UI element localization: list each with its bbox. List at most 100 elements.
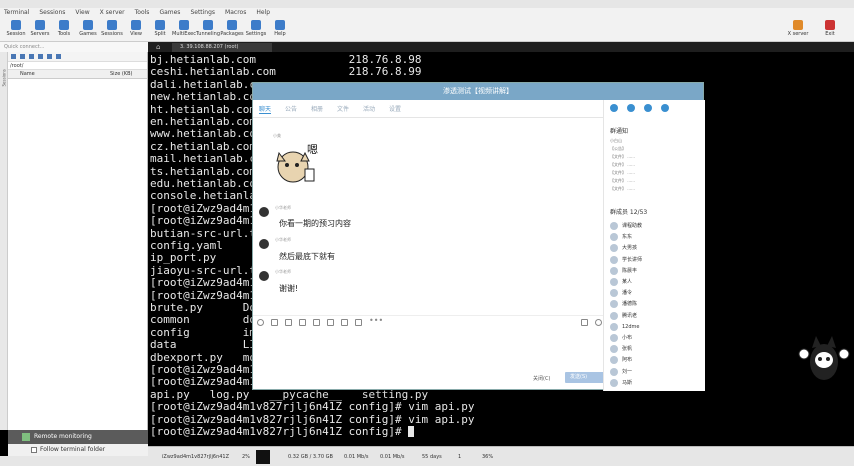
picture-icon[interactable] xyxy=(355,319,362,326)
column-size[interactable]: Size (KB) xyxy=(110,70,132,78)
avatar[interactable] xyxy=(259,207,269,217)
download-icon[interactable] xyxy=(38,54,43,59)
chat-tab[interactable]: 设置 xyxy=(389,104,401,113)
menu-item[interactable]: Sessions xyxy=(39,8,65,18)
member-item[interactable]: 张帆 xyxy=(610,343,702,355)
toolbar-button[interactable]: Settings xyxy=(244,19,268,41)
menu-item[interactable]: Terminal xyxy=(4,8,29,18)
member-item[interactable]: 12dme xyxy=(610,321,702,333)
avatar[interactable] xyxy=(259,271,269,281)
toolbar-button[interactable]: Exit xyxy=(818,19,842,41)
member-avatar-icon xyxy=(610,345,618,354)
toolbar-button[interactable]: Sessions xyxy=(100,19,124,41)
column-name[interactable]: Name xyxy=(20,70,110,78)
menu-item[interactable]: Settings xyxy=(190,8,215,18)
member-item[interactable]: 腾讯老 xyxy=(610,310,702,322)
image-icon[interactable] xyxy=(313,319,320,326)
avatar[interactable] xyxy=(259,239,269,249)
toolbar-button-label: MultiExec xyxy=(172,31,197,37)
chat-tab[interactable]: 聊天 xyxy=(259,104,272,114)
member-item[interactable]: 小布 xyxy=(610,332,702,344)
music-icon[interactable] xyxy=(327,319,334,326)
history-icon[interactable] xyxy=(595,319,602,326)
menu-item[interactable]: Help xyxy=(256,8,270,18)
screen-icon[interactable] xyxy=(341,319,348,326)
menu-item[interactable]: Tools xyxy=(135,8,150,18)
refresh-icon[interactable] xyxy=(20,54,25,59)
toolbar-button-label: Sessions xyxy=(101,31,123,37)
group-settings-icon[interactable] xyxy=(661,104,669,112)
toolbar-button[interactable]: Split xyxy=(148,19,172,41)
notice-line[interactable]: 【公告】 xyxy=(610,146,702,152)
notice-line[interactable]: 【文件】 ...... xyxy=(610,178,702,184)
checkbox-icon[interactable] xyxy=(31,447,37,453)
toolbar-button-label: Tunneling xyxy=(196,31,220,37)
follow-terminal-folder[interactable]: Follow terminal folder xyxy=(8,444,148,456)
close-button[interactable]: 关闭(C) xyxy=(533,375,550,382)
delete-icon[interactable] xyxy=(56,54,61,59)
notice-line[interactable]: 【文件】 ...... xyxy=(610,154,702,160)
chat-tab[interactable]: 文件 xyxy=(337,104,349,113)
upload-icon[interactable] xyxy=(29,54,34,59)
member-item[interactable]: 阿布 xyxy=(610,354,702,366)
quick-connect-input[interactable]: Quick connect... xyxy=(0,42,148,52)
folder-up-icon[interactable] xyxy=(11,54,16,59)
notice-line[interactable]: 小白山 xyxy=(610,138,702,144)
chat-tab[interactable]: 活动 xyxy=(363,104,375,113)
chat-tab[interactable]: 相册 xyxy=(311,104,323,113)
scissors-icon[interactable] xyxy=(285,319,292,326)
member-item[interactable]: 东东 xyxy=(610,231,702,243)
toolbar-button[interactable]: MultiExec xyxy=(172,19,196,41)
member-avatar-icon xyxy=(610,367,618,376)
terminal-line: jiaoyu-src-url.t xyxy=(150,264,256,277)
status-download: 0.01 Mb/s xyxy=(380,454,405,460)
menu-item[interactable]: X server xyxy=(100,8,125,18)
home-icon[interactable]: ⌂ xyxy=(156,43,160,51)
expand-icon[interactable] xyxy=(581,319,588,326)
toolbar-button[interactable]: Tools xyxy=(52,19,76,41)
toolbar-button[interactable]: Games xyxy=(76,19,100,41)
send-button[interactable]: 发送(S) xyxy=(565,372,605,383)
member-avatar-icon xyxy=(610,289,618,298)
more-icon[interactable]: ••• xyxy=(369,316,383,325)
add-member-icon[interactable] xyxy=(644,104,652,112)
new-folder-icon[interactable] xyxy=(47,54,52,59)
toolbar-button[interactable]: Tunneling xyxy=(196,19,220,41)
gif-icon[interactable] xyxy=(271,319,278,326)
monitor-icon xyxy=(22,433,30,441)
video-icon[interactable] xyxy=(627,104,635,112)
notice-line[interactable]: 【文件】 ...... xyxy=(610,162,702,168)
member-item[interactable]: 马斯 xyxy=(610,377,702,389)
emoji-icon[interactable] xyxy=(257,319,264,326)
member-avatar-icon xyxy=(610,322,618,331)
member-item[interactable]: 课程助教 xyxy=(610,220,702,232)
folder-icon[interactable] xyxy=(299,319,306,326)
toolbar-button-label: Settings xyxy=(245,31,267,37)
toolbar-button[interactable]: Help xyxy=(268,19,292,41)
terminal-line: [root@iZwz9ad4m1 xyxy=(150,202,256,215)
sftp-path-field[interactable]: /root/ xyxy=(8,62,147,70)
member-item[interactable]: 陈晨丰 xyxy=(610,265,702,277)
toolbar-button[interactable]: Servers xyxy=(28,19,52,41)
sessions-vertical-tab[interactable]: Sessions xyxy=(2,69,7,86)
bottom-left-bar xyxy=(0,456,148,466)
member-item[interactable]: 刘一 xyxy=(610,366,702,378)
remote-monitoring-button[interactable]: Remote monitoring xyxy=(8,430,148,444)
toolbar-button[interactable]: View xyxy=(124,19,148,41)
toolbar-button[interactable]: Packages xyxy=(220,19,244,41)
toolbar-button[interactable]: Session xyxy=(4,19,28,41)
member-item[interactable]: 学长讲师 xyxy=(610,254,702,266)
phone-icon[interactable] xyxy=(610,104,618,112)
toolbar-button[interactable]: X server xyxy=(786,19,810,41)
session-tab[interactable]: 3. 39.108.88.207 (root) xyxy=(172,43,272,52)
member-item[interactable]: 潘令 xyxy=(610,287,702,299)
chat-tab[interactable]: 公告 xyxy=(285,104,297,113)
menu-item[interactable]: Games xyxy=(159,8,180,18)
notice-line[interactable]: 【文件】 ...... xyxy=(610,186,702,192)
member-item[interactable]: 大男孩 xyxy=(610,242,702,254)
menu-item[interactable]: View xyxy=(75,8,89,18)
member-item[interactable]: 潘德陈 xyxy=(610,298,702,310)
menu-item[interactable]: Macros xyxy=(225,8,246,18)
notice-line[interactable]: 【文件】 ...... xyxy=(610,170,702,176)
member-item[interactable]: 某人 xyxy=(610,276,702,288)
